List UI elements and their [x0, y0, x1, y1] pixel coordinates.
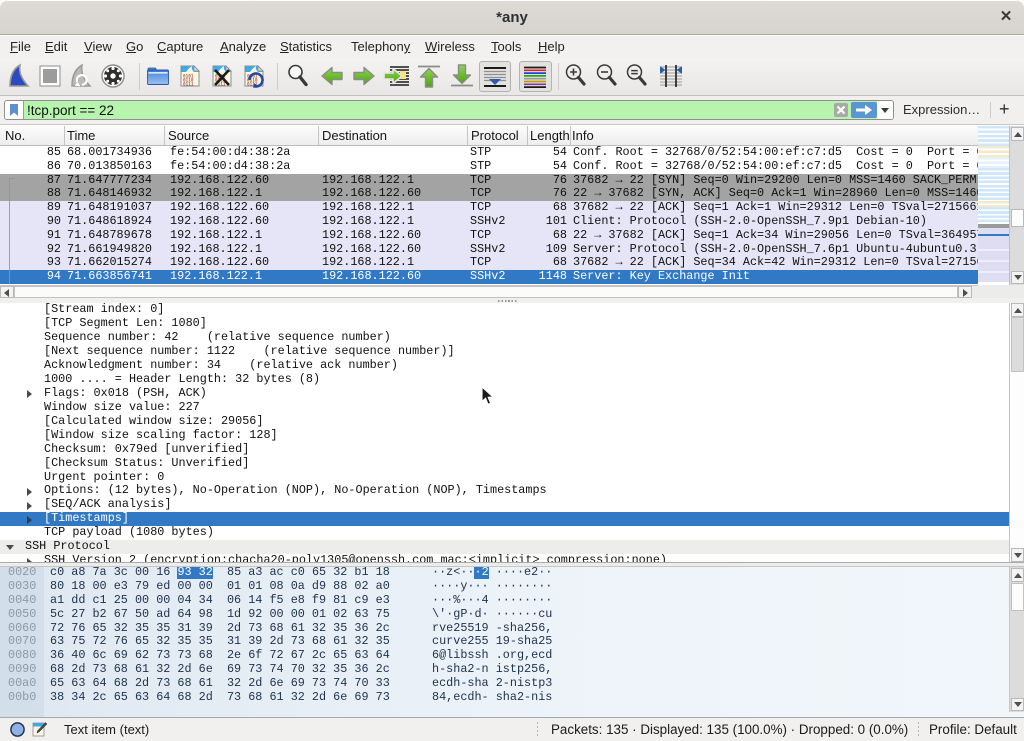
svg-text:0111: 0111	[183, 82, 194, 88]
